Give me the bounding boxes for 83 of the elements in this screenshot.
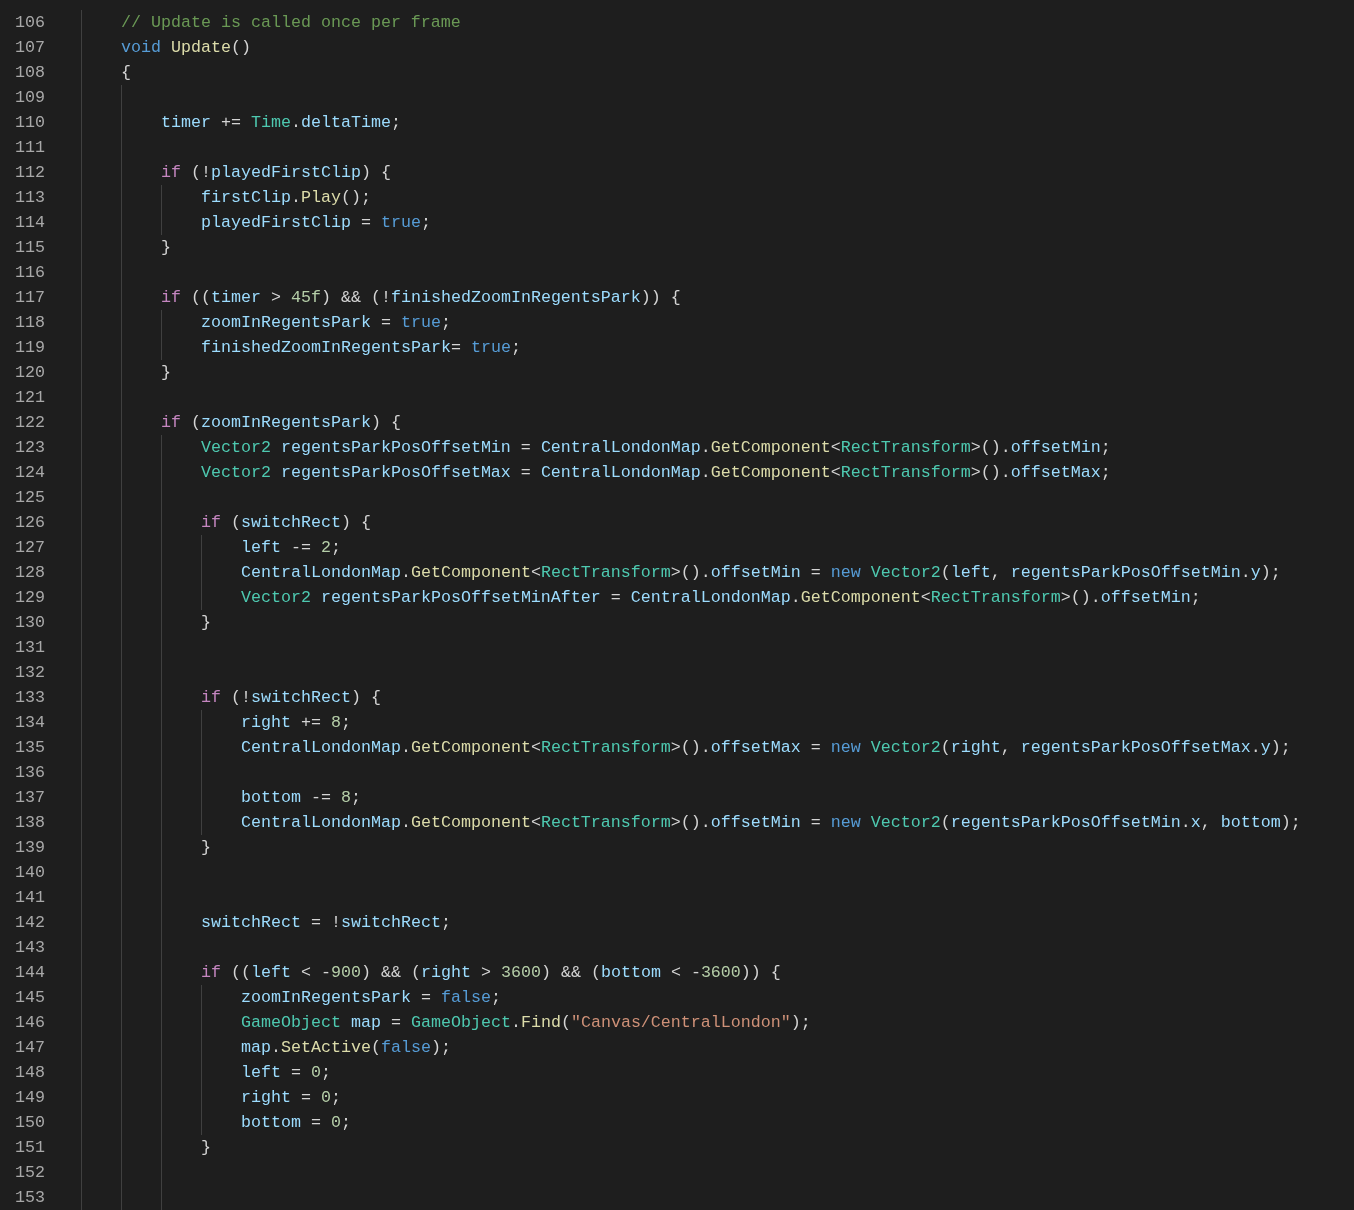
code-line: if ((timer > 45f) && (!finishedZoomInRegentsPark)) { (161, 287, 681, 309)
line-number: 115 (14, 237, 45, 259)
line-number: 123 (14, 437, 45, 459)
code-line: if (!switchRect) { (201, 687, 381, 709)
line-number: 130 (14, 612, 45, 634)
line-number: 142 (14, 912, 45, 934)
code-line: if (switchRect) { (201, 512, 371, 534)
line-number: 136 (14, 762, 45, 784)
line-number: 114 (14, 212, 45, 234)
code-line: Vector2 regentsParkPosOffsetMax = CentralLondonMap.GetComponent<RectTransform>().offsetMax; (201, 462, 1111, 484)
line-number: 144 (14, 962, 45, 984)
line-number: 127 (14, 537, 45, 559)
line-number: 141 (14, 887, 45, 909)
line-number: 116 (14, 262, 45, 284)
code-line: map.SetActive(false); (241, 1037, 451, 1059)
code-line: finishedZoomInRegentsPark= true; (201, 337, 521, 359)
line-number: 111 (14, 137, 45, 159)
code-line: playedFirstClip = true; (201, 212, 431, 234)
line-number: 146 (14, 1012, 45, 1034)
line-number: 151 (14, 1137, 45, 1159)
line-number: 109 (14, 87, 45, 109)
line-number: 134 (14, 712, 45, 734)
code-line: left = 0; (241, 1062, 331, 1084)
code-line: CentralLondonMap.GetComponent<RectTransform>().offsetMin = new Vector2(regentsParkPosOffsetMin.x, bottom); (241, 812, 1301, 834)
line-number: 108 (14, 62, 45, 84)
code-line: if ((left < -900) && (right > 3600) && (bottom < -3600)) { (201, 962, 781, 984)
line-number: 150 (14, 1112, 45, 1134)
code-line: switchRect = !switchRect; (201, 912, 451, 934)
code-line: bottom = 0; (241, 1112, 351, 1134)
line-number: 131 (14, 637, 45, 659)
code-line: // Update is called once per frame (121, 12, 461, 34)
code-line: } (201, 612, 211, 634)
code-line: if (!playedFirstClip) { (161, 162, 391, 184)
line-number: 138 (14, 812, 45, 834)
line-number: 129 (14, 587, 45, 609)
code-line: { (121, 62, 131, 84)
line-number: 147 (14, 1037, 45, 1059)
line-number: 118 (14, 312, 45, 334)
line-number: 140 (14, 862, 45, 884)
line-number: 128 (14, 562, 45, 584)
code-line: } (161, 237, 171, 259)
code-line: CentralLondonMap.GetComponent<RectTransform>().offsetMin = new Vector2(left, regentsParkPosOffsetMin.y); (241, 562, 1281, 584)
line-number: 137 (14, 787, 45, 809)
code-line: Vector2 regentsParkPosOffsetMinAfter = CentralLondonMap.GetComponent<RectTransform>().offsetMin; (241, 587, 1201, 609)
code-line: } (201, 837, 211, 859)
line-number: 139 (14, 837, 45, 859)
code-line: } (161, 362, 171, 384)
code-line: firstClip.Play(); (201, 187, 371, 209)
code-line: right = 0; (241, 1087, 341, 1109)
line-number: 110 (14, 112, 45, 134)
code-line: bottom -= 8; (241, 787, 361, 809)
line-number: 106 (14, 12, 45, 34)
line-number: 133 (14, 687, 45, 709)
line-number: 143 (14, 937, 45, 959)
code-line: void Update() (121, 37, 251, 59)
line-number: 113 (14, 187, 45, 209)
line-number: 148 (14, 1062, 45, 1084)
line-number: 145 (14, 987, 45, 1009)
line-number: 120 (14, 362, 45, 384)
line-number: 117 (14, 287, 45, 309)
line-number: 121 (14, 387, 45, 409)
code-line: } (201, 1137, 211, 1159)
line-number: 119 (14, 337, 45, 359)
line-number: 135 (14, 737, 45, 759)
line-number: 112 (14, 162, 45, 184)
line-number: 124 (14, 462, 45, 484)
code-line: CentralLondonMap.GetComponent<RectTransform>().offsetMax = new Vector2(right, regentsParkPosOffsetMax.y); (241, 737, 1291, 759)
line-number: 153 (14, 1187, 45, 1209)
code-line: timer += Time.deltaTime; (161, 112, 401, 134)
code-line: left -= 2; (241, 537, 341, 559)
code-line: if (zoomInRegentsPark) { (161, 412, 401, 434)
code-line: Vector2 regentsParkPosOffsetMin = CentralLondonMap.GetComponent<RectTransform>().offsetMin; (201, 437, 1111, 459)
code-line: right += 8; (241, 712, 351, 734)
line-number: 122 (14, 412, 45, 434)
line-number: 107 (14, 37, 45, 59)
code-line: GameObject map = GameObject.Find("Canvas/CentralLondon"); (241, 1012, 811, 1034)
code-line: zoomInRegentsPark = true; (201, 312, 451, 334)
code-line: zoomInRegentsPark = false; (241, 987, 501, 1009)
line-number: 126 (14, 512, 45, 534)
line-number: 152 (14, 1162, 45, 1184)
line-number: 132 (14, 662, 45, 684)
line-number: 149 (14, 1087, 45, 1109)
line-number: 125 (14, 487, 45, 509)
